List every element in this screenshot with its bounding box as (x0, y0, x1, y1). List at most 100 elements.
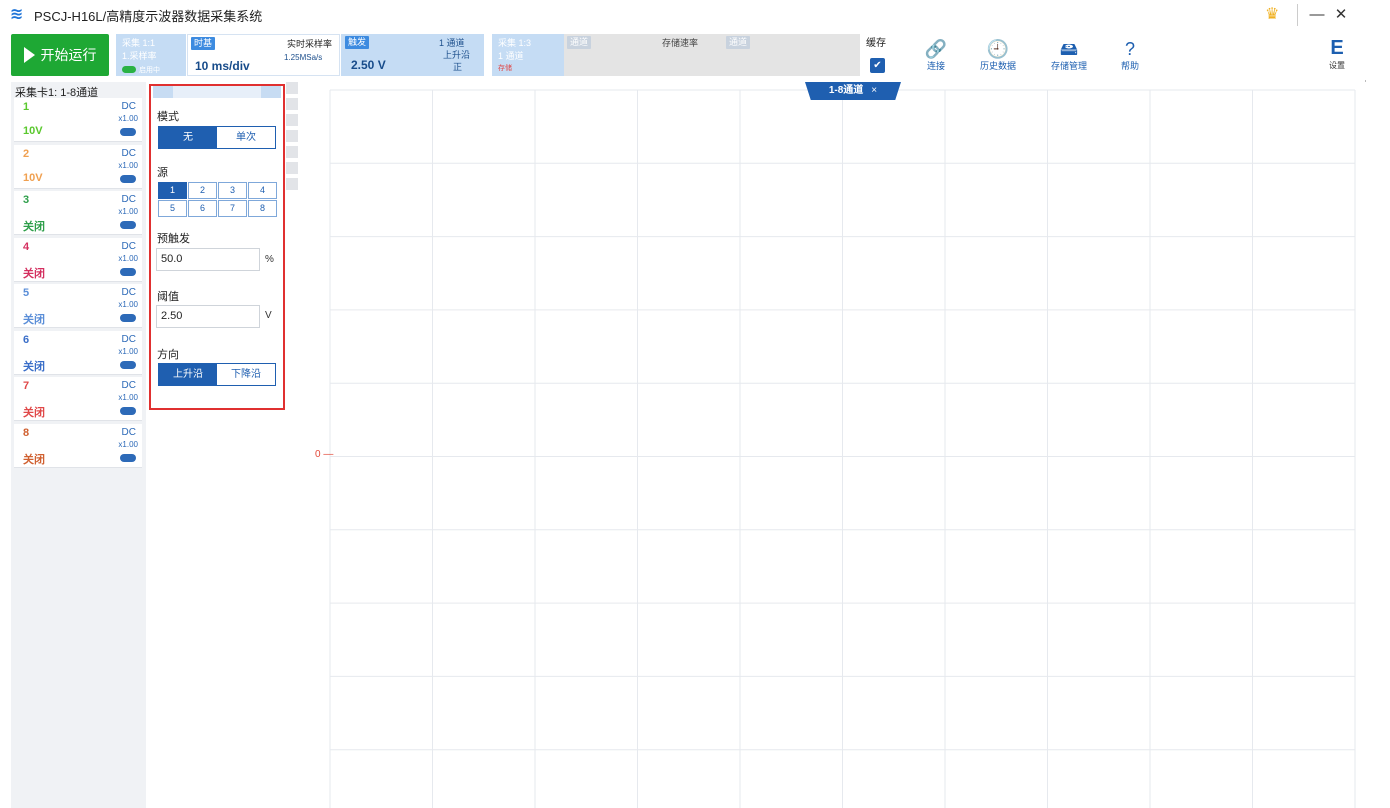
side-button-strip (286, 82, 300, 222)
channel-status: 关闭 (23, 407, 45, 419)
channel-toggle[interactable] (120, 407, 136, 415)
channel-item-2[interactable]: 2 10V DC x1.00 (14, 144, 142, 189)
channel-status: 10V (23, 171, 43, 184)
channel-toggle[interactable] (120, 360, 136, 369)
source-6[interactable]: 6 (188, 200, 217, 217)
storage-rate-title: 存储速率 (662, 38, 699, 48)
channel-status: 关闭 (23, 314, 45, 326)
coupling-icon[interactable]: DC (122, 194, 136, 205)
channel-toggle[interactable] (120, 267, 136, 276)
close-tab-icon[interactable]: × (871, 85, 877, 96)
channel-multiplier[interactable]: x1.00 (118, 393, 138, 402)
pretrigger-input[interactable]: 50.0 (156, 248, 260, 271)
play-icon (23, 47, 35, 63)
coupling-icon[interactable]: DC (122, 287, 136, 298)
channel-item-3[interactable]: 3 关闭 DC x1.00 (14, 191, 142, 235)
side-button[interactable] (286, 146, 298, 158)
channel-item-5[interactable]: 5 关闭 DC x1.00 (14, 284, 142, 328)
settings-label: 设置 (1329, 61, 1345, 70)
source-2[interactable]: 2 (188, 182, 217, 199)
coupling-icon[interactable]: DC (122, 241, 136, 252)
card4-title: 采集 1:3 (498, 38, 532, 48)
side-button[interactable] (286, 82, 298, 94)
coupling-icon[interactable]: DC (122, 101, 136, 112)
source-8[interactable]: 8 (248, 200, 277, 217)
close-button[interactable]: ✕ (1327, 4, 1355, 26)
coupling-icon[interactable]: DC (122, 380, 136, 391)
title-separator (1297, 4, 1298, 26)
channel-item-1[interactable]: 1 10V DC x1.00 (14, 98, 142, 142)
side-button[interactable] (286, 130, 298, 142)
card1-toggle-label: 启用中 (139, 67, 160, 74)
sample-rate-value: 1.25MSa/s (284, 53, 323, 62)
timebase-card[interactable]: 时基 10 ms/div 实时采样率 1.25MSa/s (187, 34, 340, 76)
history-button[interactable]: 🕘 历史数据 (968, 38, 1028, 72)
plot-tab-label: 1-8通道 (828, 85, 864, 96)
storage-label-1: 通道 (567, 36, 592, 49)
direction-rising[interactable]: 上升沿 (159, 364, 217, 385)
source-7[interactable]: 7 (218, 200, 247, 217)
channel-item-8[interactable]: 8 关闭 DC x1.00 (14, 423, 142, 468)
channel-status: 关闭 (23, 267, 45, 280)
channel-multiplier[interactable]: x1.00 (118, 254, 138, 263)
channel-multiplier[interactable]: x1.00 (118, 440, 138, 449)
trigger-panel-tab[interactable] (173, 86, 261, 98)
channel-multiplier[interactable]: x1.00 (118, 300, 138, 309)
source-3[interactable]: 3 (218, 182, 247, 199)
cache-checkbox[interactable]: ✔ (870, 58, 885, 73)
source-5[interactable]: 5 (158, 200, 187, 217)
start-run-button[interactable]: 开始运行 (11, 34, 109, 76)
channel-item-7[interactable]: 7 关闭 DC x1.00 (14, 377, 142, 421)
settings-button[interactable]: E 设置 (1322, 36, 1352, 72)
crown-icon[interactable]: ♛ (1265, 6, 1287, 24)
storage-manage-label: 存储管理 (1050, 61, 1087, 71)
trigger-panel-header (153, 86, 281, 98)
level-input[interactable]: 2.50 (156, 305, 260, 328)
channel-multiplier[interactable]: x1.00 (118, 347, 138, 356)
channel-toggle[interactable] (120, 314, 136, 322)
pretrigger-unit: % (265, 254, 274, 265)
coupling-icon[interactable]: DC (122, 427, 136, 438)
side-button[interactable] (286, 114, 298, 126)
trigger-settings-panel: 模式 无 单次 源 1 2 3 4 5 6 7 8 预触发 50.0 % 阈值 … (149, 84, 285, 410)
channel-multiplier[interactable]: x1.00 (118, 161, 138, 170)
channel-toggle[interactable] (120, 221, 136, 229)
plot-tab[interactable]: 1-8通道 × (805, 82, 901, 100)
waveform-plot[interactable]: 1-8通道 × 0 — (300, 82, 1366, 808)
channel-multiplier[interactable]: x1.00 (118, 114, 138, 123)
channel-toggle[interactable] (120, 128, 136, 136)
source-1[interactable]: 1 (158, 182, 187, 199)
mode-option-single[interactable]: 单次 (217, 127, 275, 148)
side-button[interactable] (286, 162, 298, 174)
acquisition-card-3[interactable]: 采集 1:3 1 通道 存储 (492, 34, 564, 76)
channel-item-4[interactable]: 4 关闭 DC x1.00 (14, 237, 142, 282)
coupling-icon[interactable]: DC (122, 148, 136, 159)
source-4[interactable]: 4 (248, 182, 277, 199)
trigger-card[interactable]: 触发 2.50 V 1 通道 上升沿 正 (341, 34, 484, 76)
acquisition-card-1[interactable]: 采集 1:1 1.采样率 启用中 (116, 34, 186, 76)
card4-sub: 1 通道 (498, 51, 524, 61)
mode-title: 模式 (157, 111, 179, 123)
app-window: ≋ PSCJ-H16L/高精度示波器数据采集系统 ♛ — ✕ 开始运行 采集 1… (0, 0, 1366, 808)
channel-status: 关闭 (23, 221, 45, 233)
title-bar: ≋ PSCJ-H16L/高精度示波器数据采集系统 (0, 0, 1366, 30)
channel-status: 关闭 (23, 453, 45, 466)
direction-falling[interactable]: 下降沿 (217, 364, 275, 385)
source-title: 源 (157, 167, 168, 179)
waveform-icon: ≋ (10, 6, 24, 23)
channel-item-6[interactable]: 6 关闭 DC x1.00 (14, 330, 142, 375)
link-icon: 🔗 (924, 39, 948, 59)
channel-toggle[interactable] (120, 174, 136, 183)
channel-multiplier[interactable]: x1.00 (118, 207, 138, 216)
side-button[interactable] (286, 178, 298, 190)
side-button[interactable] (286, 98, 298, 110)
connect-button[interactable]: 🔗 连接 (906, 38, 966, 72)
channel-toggle[interactable] (120, 453, 136, 462)
storage-card[interactable]: 通道 存储速率 通道 (564, 34, 860, 76)
card1-toggle[interactable] (122, 66, 136, 73)
help-button[interactable]: ? 帮助 (1100, 38, 1160, 72)
zero-level-marker[interactable]: 0 — (315, 449, 333, 460)
storage-button[interactable]: 🖴 存储管理 (1039, 38, 1099, 72)
coupling-icon[interactable]: DC (122, 334, 136, 345)
mode-option-none[interactable]: 无 (159, 127, 217, 148)
